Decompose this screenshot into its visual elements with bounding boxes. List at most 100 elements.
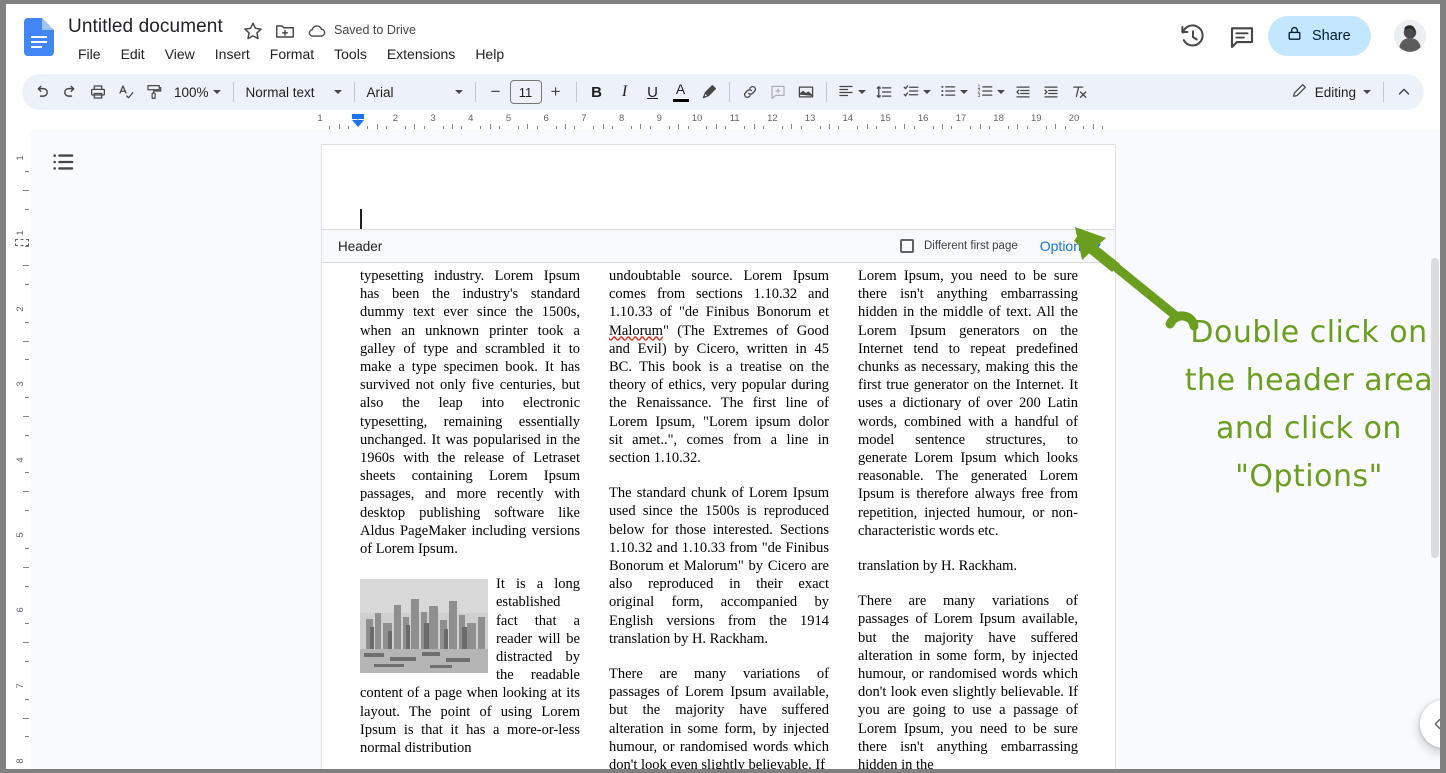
ruler-tick (555, 126, 557, 129)
different-first-page-checkbox[interactable] (899, 239, 914, 253)
menu-insert[interactable]: Insert (205, 43, 260, 65)
ruler-tick (385, 126, 387, 129)
ruler-number: 1 (15, 230, 26, 237)
ruler-tick (989, 126, 991, 129)
divider (474, 82, 476, 102)
editing-mode-dropdown[interactable]: Editing (1285, 78, 1377, 106)
zoom-dropdown[interactable]: 100% (168, 78, 227, 106)
underline-button[interactable]: U (639, 78, 667, 106)
ruler-tick (451, 124, 453, 129)
ruler-number: 11 (729, 114, 740, 124)
ruler-tick (876, 126, 878, 129)
document-canvas: Header Different first page Options type… (30, 130, 1440, 769)
ruler-tick (404, 126, 406, 129)
google-docs-window: Untitled document Saved to Drive File Ed… (6, 4, 1440, 769)
ruler-number: 1 (15, 155, 26, 161)
comment-history-icon[interactable] (1227, 22, 1257, 52)
ruler-number: 7 (15, 683, 26, 689)
ruler-tick (25, 321, 29, 323)
ruler-number: 13 (804, 114, 816, 124)
bulleted-list-dropdown[interactable] (935, 78, 972, 106)
star-icon[interactable] (242, 20, 264, 42)
font-family-dropdown[interactable]: Arial (361, 78, 469, 106)
menu-edit[interactable]: Edit (111, 43, 155, 65)
undo-icon[interactable] (28, 78, 56, 106)
link-icon[interactable] (736, 78, 764, 106)
menu-file[interactable]: File (68, 43, 111, 65)
line-spacing-icon[interactable] (870, 78, 898, 106)
top-margin-marker[interactable] (15, 239, 29, 246)
document-outline-icon[interactable] (50, 148, 78, 176)
pencil-icon (1291, 82, 1308, 102)
menu-tools[interactable]: Tools (324, 43, 377, 65)
ruler-tick (23, 491, 29, 493)
ruler-tick (1008, 126, 1010, 129)
ruler-tick (904, 124, 906, 129)
ruler-number: 2 (15, 306, 26, 312)
menu-extensions[interactable]: Extensions (377, 43, 465, 65)
ruler-tick (649, 126, 651, 129)
ruler-tick (25, 246, 29, 248)
formatting-toolbar: 100% Normal text Arial − 11 + B I U A 1 … (22, 74, 1424, 110)
vertical-scrollbar[interactable] (1431, 258, 1439, 558)
decrease-font-size-button[interactable]: − (482, 78, 510, 106)
insert-image-icon[interactable] (792, 78, 820, 106)
document-page[interactable]: Header Different first page Options type… (321, 144, 1116, 769)
italic-button[interactable]: I (611, 78, 639, 106)
font-size-input[interactable]: 11 (509, 80, 542, 104)
highlighter-icon[interactable] (695, 78, 723, 106)
ruler-tick (25, 698, 29, 700)
menu-help[interactable]: Help (465, 43, 514, 65)
paint-format-icon[interactable] (140, 78, 168, 106)
paragraph: The standard chunk of Lorem Ipsum used s… (609, 485, 829, 647)
decrease-indent-icon[interactable] (1009, 78, 1037, 106)
add-comment-icon[interactable] (764, 78, 792, 106)
text-color-button[interactable]: A (667, 78, 695, 106)
ruler-tick (23, 415, 29, 417)
clear-formatting-icon[interactable] (1065, 78, 1093, 106)
ruler-tick (329, 126, 331, 129)
checklist-dropdown[interactable] (898, 78, 935, 106)
avatar[interactable] (1394, 20, 1426, 52)
increase-font-size-button[interactable]: + (542, 78, 570, 106)
move-to-folder-icon[interactable] (274, 20, 296, 42)
ruler-tick (574, 126, 576, 129)
menu-view[interactable]: View (155, 43, 205, 65)
chevron-down-icon (959, 90, 968, 94)
ruler-tick (23, 189, 29, 191)
document-body[interactable]: typesetting industry. Lorem Ipsum has be… (360, 267, 1078, 769)
spellcheck-icon[interactable] (112, 78, 140, 106)
share-button[interactable]: Share (1268, 16, 1371, 56)
vertical-ruler[interactable]: 1 1 2 3 4 5 6 7 8 (14, 130, 30, 769)
divider (825, 82, 827, 102)
align-dropdown[interactable] (833, 78, 870, 106)
collapse-side-panel-button[interactable] (1420, 700, 1440, 748)
ruler-tick (25, 623, 29, 625)
menu-format[interactable]: Format (260, 43, 324, 65)
ruler-tick (1092, 124, 1094, 129)
first-line-indent-marker[interactable] (351, 114, 365, 128)
collapse-toolbar-button[interactable] (1390, 78, 1418, 106)
ruler-tick (23, 340, 29, 342)
paragraph: typesetting industry. Lorem Ipsum has be… (360, 268, 580, 558)
horizontal-ruler[interactable]: 11234567891011121314151617181920 (6, 114, 1440, 130)
options-button[interactable]: Options (1034, 236, 1107, 256)
header-edit-zone[interactable] (322, 145, 1115, 219)
editing-mode-value: Editing (1314, 84, 1356, 100)
paragraph-style-dropdown[interactable]: Normal text (240, 78, 348, 106)
increase-indent-icon[interactable] (1037, 78, 1065, 106)
ruler-tick (942, 124, 944, 129)
paragraph: undoubtable source. Lorem Ipsum comes fr… (609, 267, 829, 467)
version-history-icon[interactable] (1178, 22, 1208, 52)
print-icon[interactable] (84, 78, 112, 106)
ruler-tick (687, 126, 689, 129)
redo-icon[interactable] (56, 78, 84, 106)
bold-button[interactable]: B (583, 78, 611, 106)
cloud-saved-icon (306, 20, 328, 42)
divider (353, 82, 355, 102)
ruler-tick (25, 359, 29, 361)
ruler-tick (866, 124, 868, 129)
numbered-list-dropdown[interactable]: 1 2 3 (972, 78, 1009, 106)
document-title[interactable]: Untitled document (68, 16, 223, 38)
cityscape-photo[interactable] (360, 579, 488, 674)
